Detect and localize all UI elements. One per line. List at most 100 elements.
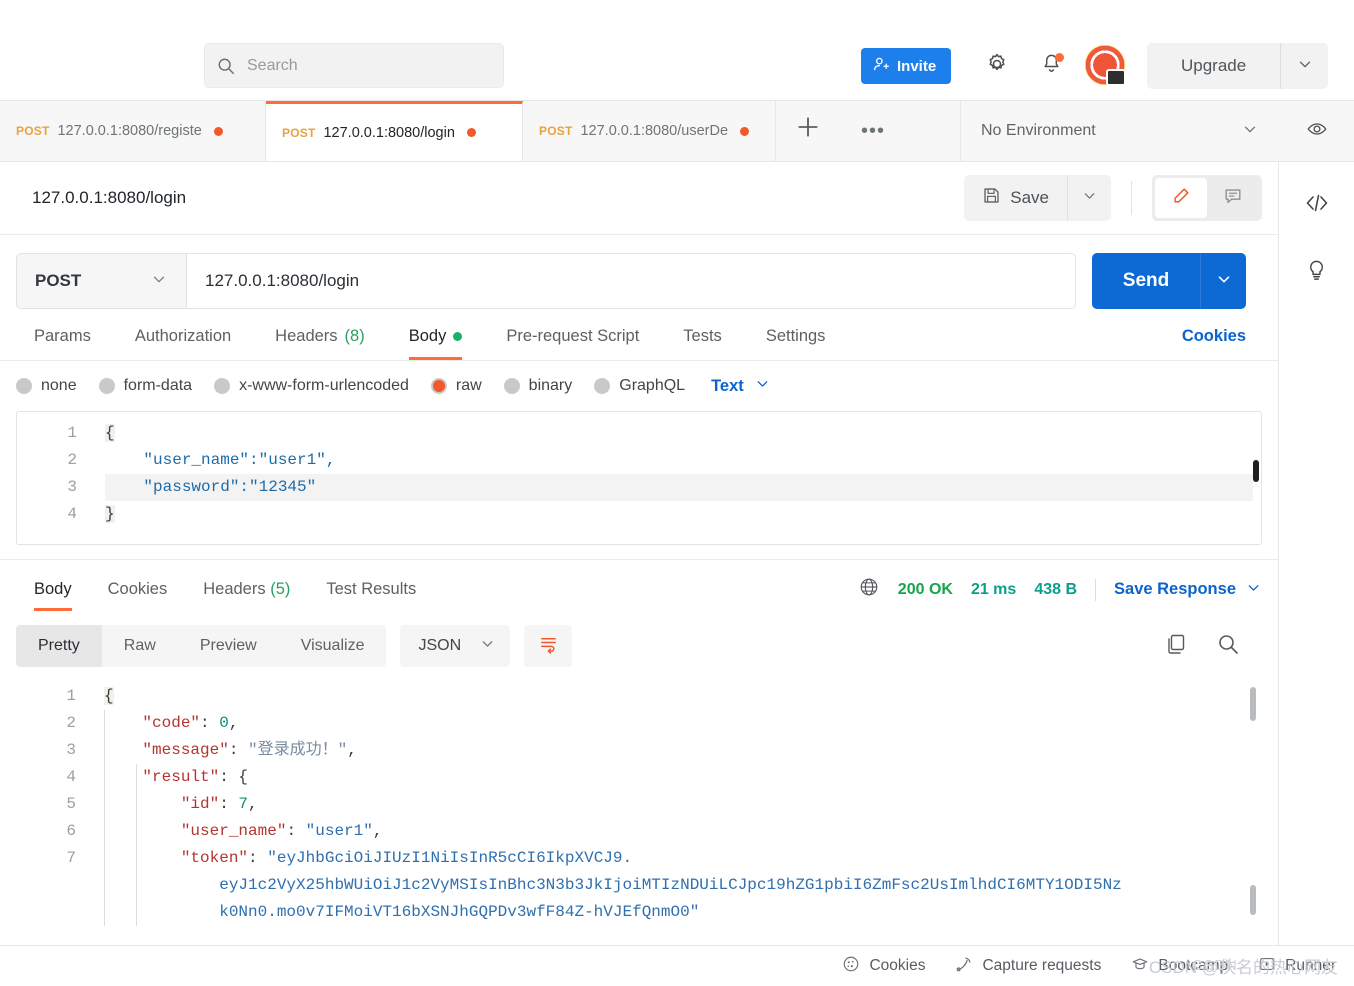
environment-dropdown-button[interactable] <box>1220 120 1280 143</box>
body-mode-binary[interactable]: binary <box>504 377 573 395</box>
request-body-scrollbar[interactable] <box>1253 460 1259 482</box>
word-wrap-button[interactable] <box>524 625 572 667</box>
raw-format-select[interactable]: Text <box>711 375 771 397</box>
response-body-scrollbar-thumb[interactable] <box>1250 885 1256 915</box>
tab-settings[interactable]: Settings <box>744 327 848 360</box>
invite-button[interactable]: Invite <box>861 48 951 84</box>
tab-params-label: Params <box>34 327 91 346</box>
tab-options-button[interactable]: ••• <box>840 101 906 161</box>
response-body-scrollbar[interactable] <box>1250 687 1256 721</box>
status-cookies-button[interactable]: Cookies <box>842 955 925 978</box>
status-runner-label: Runner <box>1285 957 1336 975</box>
view-mode-preview[interactable]: Preview <box>178 625 279 667</box>
status-bootcamp-button[interactable]: Bootcamp <box>1131 955 1228 978</box>
request-cookies-link[interactable]: Cookies <box>1182 327 1246 360</box>
tab-tests-label: Tests <box>683 327 722 346</box>
word-wrap-icon <box>538 633 559 659</box>
invite-label: Invite <box>897 58 936 75</box>
response-tab-cookies[interactable]: Cookies <box>90 580 186 611</box>
save-button[interactable]: Save <box>964 175 1067 221</box>
body-mode-none[interactable]: none <box>16 377 77 395</box>
satellite-icon <box>955 955 973 978</box>
divider <box>1131 181 1132 215</box>
unsaved-dot-icon <box>740 127 749 136</box>
comment-icon <box>1223 186 1243 211</box>
new-tab-button[interactable] <box>776 101 840 161</box>
status-capture-requests-label: Capture requests <box>982 957 1101 975</box>
response-tab-body[interactable]: Body <box>16 580 90 611</box>
notifications-button[interactable] <box>1033 48 1069 84</box>
request-body-line-1: { <box>105 424 115 442</box>
edit-button[interactable] <box>1155 178 1207 218</box>
unsaved-dot-icon <box>214 127 223 136</box>
response-body-viewer[interactable]: 1 2 3 4 5 6 7 { "code": 0, "message": "登… <box>16 677 1262 927</box>
http-method-select[interactable]: POST <box>17 254 187 308</box>
view-mode-visualize[interactable]: Visualize <box>279 625 387 667</box>
chevron-down-icon <box>479 635 496 657</box>
tab-name: 127.0.0.1:8080/userDe <box>580 123 728 139</box>
search-icon <box>217 57 235 75</box>
tab-settings-label: Settings <box>766 327 826 346</box>
tab-pre-request-script[interactable]: Pre-request Script <box>484 327 661 360</box>
unsaved-dot-icon <box>467 128 476 137</box>
chevron-down-icon <box>1241 120 1259 143</box>
send-options-button[interactable] <box>1200 253 1246 309</box>
response-key-code: "code" <box>142 714 200 732</box>
tab-body[interactable]: Body <box>387 327 485 360</box>
request-body-line-3: "password":"12345" <box>105 478 316 496</box>
response-value-message: "登录成功！" <box>248 741 347 759</box>
request-tab-strip: POST 127.0.0.1:8080/registe POST 127.0.0… <box>0 101 1354 162</box>
view-mode-raw[interactable]: Raw <box>102 625 178 667</box>
url-input[interactable] <box>187 254 1075 308</box>
request-tab-0[interactable]: POST 127.0.0.1:8080/registe <box>0 101 266 161</box>
save-response-button[interactable]: Save Response <box>1114 579 1262 601</box>
request-title-actions: Save <box>964 175 1262 221</box>
request-section-tabs: Params Authorization Headers (8) Body Pr… <box>0 309 1278 360</box>
body-mode-raw[interactable]: raw <box>431 377 482 395</box>
save-options-button[interactable] <box>1067 175 1111 221</box>
upgrade-caret-button[interactable] <box>1280 43 1328 89</box>
response-tab-headers-count: (5) <box>270 580 290 598</box>
tab-tests[interactable]: Tests <box>661 327 744 360</box>
request-tab-2[interactable]: POST 127.0.0.1:8080/userDe <box>523 101 776 161</box>
body-mode-graphql-label: GraphQL <box>619 377 685 395</box>
request-body-line-4: } <box>105 505 115 523</box>
copy-button[interactable] <box>1164 632 1188 661</box>
response-format-select[interactable]: JSON <box>400 625 510 667</box>
request-body-code[interactable]: { "user_name":"user1", "password":"12345… <box>105 420 1241 528</box>
request-body-line-2: "user_name":"user1", <box>105 451 335 469</box>
body-mode-graphql[interactable]: GraphQL <box>594 377 685 395</box>
send-button[interactable]: Send <box>1092 253 1200 309</box>
settings-button[interactable] <box>979 48 1015 84</box>
status-runner-button[interactable]: Runner <box>1258 955 1336 978</box>
search-input[interactable] <box>245 56 475 76</box>
body-mode-urlencoded-label: x-www-form-urlencoded <box>239 377 409 395</box>
body-mode-urlencoded[interactable]: x-www-form-urlencoded <box>214 377 409 395</box>
status-capture-requests-button[interactable]: Capture requests <box>955 955 1101 978</box>
search-box[interactable] <box>204 43 504 88</box>
response-tab-test-results[interactable]: Test Results <box>308 580 434 611</box>
comment-button[interactable] <box>1207 178 1259 218</box>
tab-name: 127.0.0.1:8080/login <box>323 125 454 141</box>
tab-headers[interactable]: Headers (8) <box>253 327 387 360</box>
environment-quick-look-button[interactable] <box>1280 118 1354 145</box>
tab-authorization[interactable]: Authorization <box>113 327 253 360</box>
tab-name: 127.0.0.1:8080/registe <box>57 123 201 139</box>
comments-tips-button[interactable] <box>1298 254 1336 292</box>
request-body-editor[interactable]: 1 2 3 4 { "user_name":"user1", "password… <box>16 411 1262 545</box>
response-body-code[interactable]: { "code": 0, "message": "登录成功！", "result… <box>104 683 1232 926</box>
body-mode-binary-label: binary <box>529 377 573 395</box>
search-response-button[interactable] <box>1216 632 1240 661</box>
view-mode-pretty[interactable]: Pretty <box>16 625 102 667</box>
tab-pre-request-script-label: Pre-request Script <box>506 327 639 346</box>
body-present-dot-icon <box>453 332 462 341</box>
body-mode-form-data[interactable]: form-data <box>99 377 192 395</box>
request-tab-1[interactable]: POST 127.0.0.1:8080/login <box>266 101 523 161</box>
avatar[interactable] <box>1085 45 1125 85</box>
upgrade-button[interactable]: Upgrade <box>1147 43 1280 89</box>
response-value-code: 0 <box>219 714 229 732</box>
response-tab-headers[interactable]: Headers (5) <box>185 580 308 611</box>
response-key-message: "message" <box>142 741 228 759</box>
code-snippet-button[interactable] <box>1298 186 1336 224</box>
tab-params[interactable]: Params <box>16 327 113 360</box>
